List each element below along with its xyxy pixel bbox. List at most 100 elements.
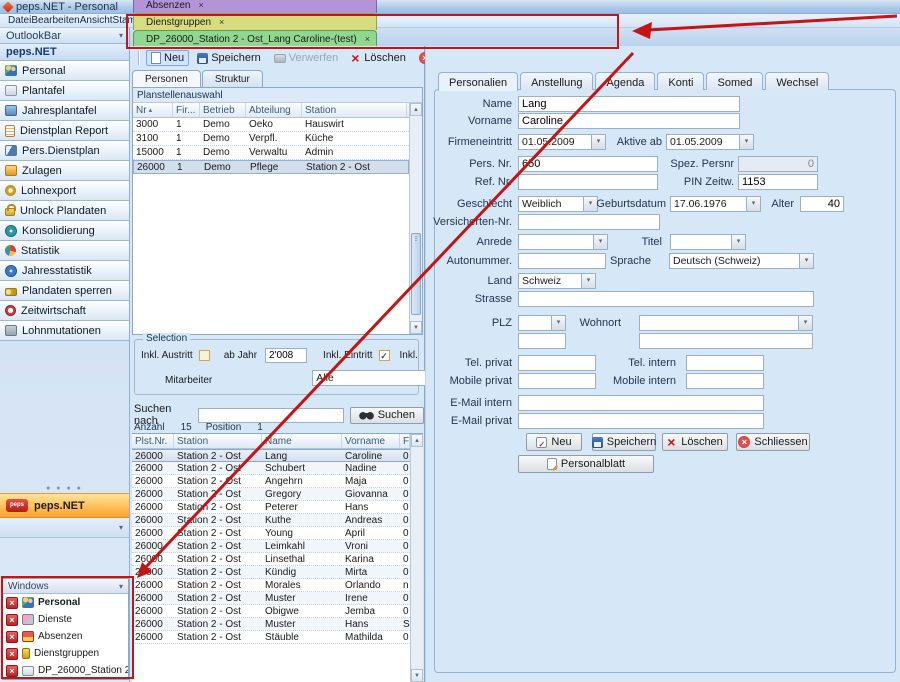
toolbar-button[interactable]: Verwerfen <box>269 50 344 66</box>
table-row[interactable]: 26000Station 2 - OstObigweJemba0 <box>132 605 410 618</box>
search-button[interactable]: Suchen <box>350 407 424 424</box>
email-intern-input[interactable] <box>518 395 764 411</box>
document-tab[interactable]: Absenzen <box>133 0 377 13</box>
chevron-down-icon[interactable] <box>746 197 760 211</box>
sidebar-item[interactable]: Jahresplantafel <box>0 101 129 121</box>
form-tab[interactable]: Anstellung <box>520 72 593 90</box>
table-row[interactable]: 31001DemoVerpfl.Küche <box>133 132 409 146</box>
inkl-eintritt-checkbox[interactable] <box>379 350 390 361</box>
toolbar-button[interactable]: Neu <box>146 50 189 66</box>
table-row[interactable]: 26000Station 2 - OstStäubleMathilda0 <box>132 631 410 644</box>
wohnort2-input[interactable] <box>639 333 813 349</box>
strasse-input[interactable] <box>518 291 814 307</box>
chevron-down-icon[interactable] <box>799 254 813 268</box>
sidebar-item[interactable]: Plantafel <box>0 81 129 101</box>
sprache-combo[interactable]: Deutsch (Schweiz) <box>669 253 814 269</box>
sidebar-item[interactable]: Zulagen <box>0 161 129 181</box>
chevron-down-icon[interactable] <box>731 235 745 249</box>
close-window-icon[interactable] <box>6 614 18 626</box>
chevron-down-icon[interactable]: ▾ <box>119 31 123 40</box>
scrollbar-thumb[interactable] <box>411 233 421 315</box>
form-button[interactable]: Löschen <box>662 433 728 451</box>
form-tab[interactable]: Agenda <box>595 72 655 90</box>
toolbar-button[interactable]: Löschen <box>346 50 411 66</box>
tab-close-icon[interactable] <box>198 0 203 10</box>
scroll-down-arrow[interactable]: ▼ <box>411 669 423 682</box>
close-window-icon[interactable] <box>6 597 18 609</box>
chevron-down-icon[interactable]: ▾ <box>119 523 123 532</box>
menu-item[interactable]: Ansicht <box>80 15 113 26</box>
middle-tab[interactable]: Personen <box>132 70 201 87</box>
search-input[interactable] <box>198 408 344 423</box>
form-tab[interactable]: Somed <box>706 72 763 90</box>
column-header-station[interactable]: Station <box>302 103 407 117</box>
plz2-input[interactable] <box>518 333 566 349</box>
window-list-item[interactable]: Dienste <box>3 611 128 628</box>
table-row[interactable]: 26000Station 2 - OstKündigMirta0 <box>132 566 410 579</box>
column-header-vorname[interactable]: Vorname <box>342 434 400 448</box>
alter-input[interactable] <box>800 196 844 212</box>
sidebar-item[interactable]: Personal <box>0 61 129 81</box>
column-header-plstnr[interactable]: Plst.Nr. <box>132 434 174 448</box>
column-header-fir[interactable]: Fir... <box>173 103 200 117</box>
table-row[interactable]: 26000Station 2 - OstAngehrnMaja0 <box>132 475 410 488</box>
pin-input[interactable] <box>738 174 818 190</box>
middle-tab[interactable]: Struktur <box>202 70 263 87</box>
chevron-down-icon[interactable]: ▾ <box>119 582 123 591</box>
close-window-icon[interactable] <box>6 648 18 660</box>
sidebar-item[interactable]: Jahresstatistik <box>0 261 129 281</box>
plan-table-scrollbar[interactable]: ▲ ▼ <box>409 103 422 334</box>
ab-jahr-input[interactable] <box>265 348 307 363</box>
form-button[interactable]: Speichern <box>592 433 656 451</box>
table-row[interactable]: 150001DemoVerwaltuAdmin <box>133 146 409 160</box>
chevron-down-icon[interactable] <box>581 274 595 288</box>
close-window-icon[interactable] <box>6 665 18 677</box>
scroll-down-arrow[interactable]: ▼ <box>410 321 422 334</box>
sidebar-item[interactable]: Lohnmutationen <box>0 321 129 341</box>
window-list-item[interactable]: Dienstgruppen <box>3 645 128 662</box>
form-tab[interactable]: Wechsel <box>765 72 829 90</box>
scroll-up-arrow[interactable]: ▲ <box>410 103 422 116</box>
column-header-abteilung[interactable]: Abteilung <box>246 103 302 117</box>
table-row[interactable]: 260001DemoPflegeStation 2 - Ost <box>133 160 409 174</box>
sidebar-item[interactable]: Zeitwirtschaft <box>0 301 129 321</box>
person-table-scrollbar[interactable]: ▲ ▼ <box>410 434 423 682</box>
sidebar-group-header[interactable]: peps.NET <box>0 44 129 61</box>
sidebar-splitter[interactable]: ● ● ● ● <box>0 484 129 493</box>
table-row[interactable]: 26000Station 2 - OstPetererHans0 <box>132 501 410 514</box>
land-combo[interactable]: Schweiz <box>518 273 596 289</box>
form-tab[interactable]: Konti <box>657 72 704 90</box>
table-row[interactable]: 26000Station 2 - OstMoralesOrlandon <box>132 579 410 592</box>
table-row[interactable]: 26000Station 2 - OstMusterIrene0 <box>132 592 410 605</box>
table-row[interactable]: 26000Station 2 - OstKutheAndreas0 <box>132 514 410 527</box>
geburtsdatum-datepicker[interactable]: 17.06.1976 <box>670 196 761 212</box>
table-row[interactable]: 26000Station 2 - OstMusterHansS <box>132 618 410 631</box>
sidebar-item[interactable]: Plandaten sperren <box>0 281 129 301</box>
windows-panel-header[interactable]: Windows ▾ <box>3 579 128 594</box>
sidebar-item[interactable]: Statistik <box>0 241 129 261</box>
table-row[interactable]: 26000Station 2 - OstSchubertNadine0 <box>132 462 410 475</box>
vorname-input[interactable] <box>518 113 740 129</box>
tab-close-icon[interactable] <box>365 34 370 44</box>
outlookbar-header[interactable]: OutlookBar ▾ <box>0 28 129 44</box>
sidebar-item[interactable]: Lohnexport <box>0 181 129 201</box>
scroll-up-arrow[interactable]: ▲ <box>411 434 423 447</box>
chevron-down-icon[interactable] <box>798 316 812 330</box>
personalblatt-button[interactable]: Personalblatt <box>518 455 654 473</box>
tel-intern-input[interactable] <box>686 355 764 371</box>
column-header-station[interactable]: Station <box>174 434 262 448</box>
menu-item[interactable]: Datei <box>8 15 31 26</box>
table-row[interactable]: 26000Station 2 - OstLinsethalKarina0 <box>132 553 410 566</box>
tab-close-icon[interactable] <box>219 17 224 27</box>
table-row[interactable]: 26000Station 2 - OstLeimkahlVroni0 <box>132 540 410 553</box>
menu-item[interactable]: Bearbeiten <box>31 15 79 26</box>
chevron-down-icon[interactable] <box>551 316 565 330</box>
name-input[interactable] <box>518 96 740 112</box>
window-list-item[interactable]: DP_26000_Station 2 - Ost_Lang Caroline-(… <box>3 662 128 679</box>
form-button[interactable]: Neu <box>526 433 582 451</box>
form-tab[interactable]: Personalien <box>438 72 518 91</box>
peps-net-branding[interactable]: peps peps.NET <box>0 493 129 518</box>
sidebar-item[interactable]: Dienstplan Report <box>0 121 129 141</box>
table-row[interactable]: 26000Station 2 - OstYoungApril0 <box>132 527 410 540</box>
wohnort-combo[interactable] <box>639 315 813 331</box>
